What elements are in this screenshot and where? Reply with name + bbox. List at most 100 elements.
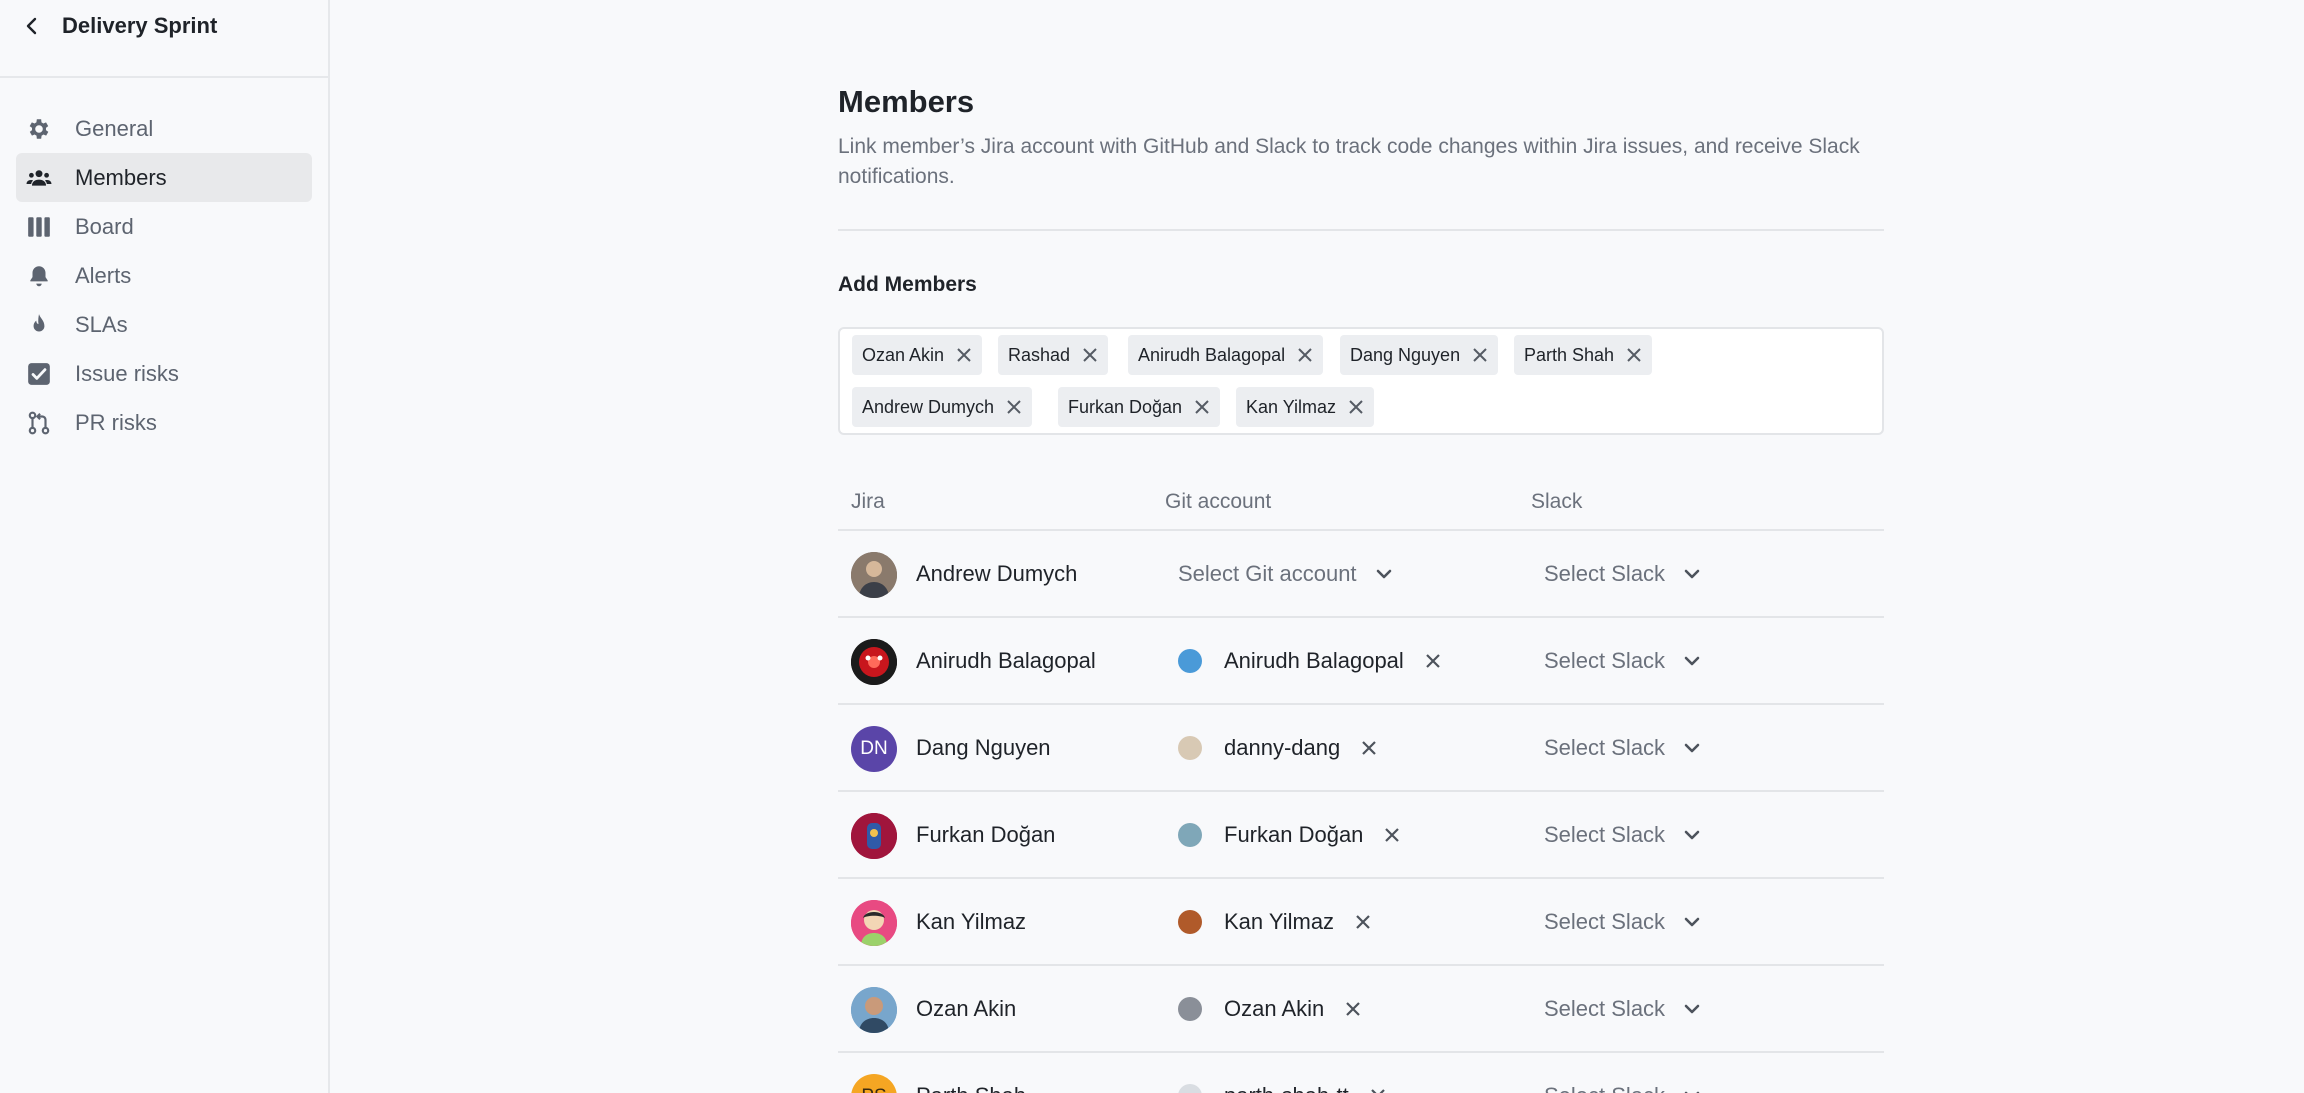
member-chip: Kan Yilmaz bbox=[1236, 387, 1375, 427]
member-name: Furkan Doğan bbox=[916, 822, 1056, 847]
git-account-name: Furkan Doğan bbox=[1224, 822, 1364, 847]
chip-label: Dang Nguyen bbox=[1350, 344, 1461, 365]
settings-nav: General Members Board Alerts SLAs Issue … bbox=[0, 78, 328, 447]
avatar bbox=[851, 813, 897, 859]
close-icon[interactable] bbox=[1348, 399, 1364, 415]
chip-label: Parth Shah bbox=[1524, 344, 1615, 365]
sidebar-header: Delivery Sprint bbox=[0, 0, 328, 78]
member-chip: Parth Shah bbox=[1514, 335, 1653, 375]
member-chip: Furkan Doğan bbox=[1058, 387, 1221, 427]
sidebar: Delivery Sprint General Members Board Al… bbox=[0, 0, 330, 1093]
column-header-slack: Slack bbox=[1531, 490, 1583, 513]
bell-icon bbox=[26, 263, 52, 289]
nav-label-issue-risks: Issue risks bbox=[75, 360, 179, 386]
column-header-jira: Jira bbox=[851, 490, 885, 513]
flame-icon bbox=[26, 312, 52, 338]
avatar bbox=[851, 987, 897, 1033]
git-avatar bbox=[1178, 823, 1202, 847]
git-avatar bbox=[1178, 1084, 1202, 1093]
table-row: Andrew Dumych Select Git account Select … bbox=[838, 531, 1884, 618]
avatar: DN bbox=[851, 726, 897, 772]
chevron-down-icon bbox=[1683, 652, 1701, 670]
table-row: Kan Yilmaz Kan Yilmaz Select Slack bbox=[838, 879, 1884, 966]
avatar bbox=[851, 639, 897, 685]
avatar-initials: DN bbox=[860, 738, 888, 759]
member-name: Anirudh Balagopal bbox=[916, 648, 1096, 673]
checkbox-icon bbox=[26, 361, 52, 387]
close-icon[interactable] bbox=[1344, 1000, 1362, 1018]
nav-label-members: Members bbox=[75, 164, 167, 190]
close-icon[interactable] bbox=[1297, 347, 1313, 363]
project-title: Delivery Sprint bbox=[62, 13, 218, 38]
add-members-title: Add Members bbox=[838, 273, 977, 296]
slack-select[interactable]: Select Slack bbox=[1544, 909, 1701, 935]
chevron-down-icon bbox=[1683, 739, 1701, 757]
slack-select-label: Select Slack bbox=[1544, 648, 1666, 673]
close-icon[interactable] bbox=[1354, 913, 1372, 931]
member-name: Ozan Akin bbox=[916, 996, 1017, 1021]
add-members-input[interactable]: Ozan Akin Rashad Anirudh Balagopal Dang … bbox=[838, 327, 1884, 435]
member-chip: Ozan Akin bbox=[852, 335, 983, 375]
nav-label-alerts: Alerts bbox=[75, 262, 132, 288]
close-icon[interactable] bbox=[1194, 399, 1210, 415]
close-icon[interactable] bbox=[1082, 347, 1098, 363]
member-chip: Dang Nguyen bbox=[1340, 335, 1499, 375]
page-description: Link member’s Jira account with GitHub a… bbox=[838, 135, 1860, 188]
nav-item-slas[interactable]: SLAs bbox=[16, 300, 312, 349]
git-account-name: Kan Yilmaz bbox=[1224, 909, 1335, 934]
avatar-initials: PS bbox=[861, 1086, 886, 1093]
nav-item-board[interactable]: Board bbox=[16, 202, 312, 251]
git-account-linked: Furkan Doğan bbox=[1178, 822, 1401, 848]
slack-select[interactable]: Select Slack bbox=[1544, 561, 1701, 587]
git-account-linked: danny-dang bbox=[1178, 735, 1378, 761]
git-account-linked: parth-shah-tt bbox=[1178, 1083, 1387, 1093]
nav-item-pr-risks[interactable]: PR risks bbox=[16, 398, 312, 447]
slack-select-label: Select Slack bbox=[1544, 822, 1666, 847]
nav-item-issue-risks[interactable]: Issue risks bbox=[16, 349, 312, 398]
chevron-down-icon bbox=[1683, 565, 1701, 583]
close-icon[interactable] bbox=[1360, 739, 1378, 757]
divider bbox=[838, 229, 1884, 231]
git-avatar bbox=[1178, 649, 1202, 673]
chevron-left-icon[interactable] bbox=[22, 16, 42, 36]
close-icon[interactable] bbox=[1626, 347, 1642, 363]
slack-select[interactable]: Select Slack bbox=[1544, 1083, 1701, 1093]
nav-item-alerts[interactable]: Alerts bbox=[16, 251, 312, 300]
avatar bbox=[851, 900, 897, 946]
users-icon bbox=[26, 165, 52, 191]
chip-label: Ozan Akin bbox=[862, 344, 945, 365]
nav-item-members[interactable]: Members bbox=[16, 153, 312, 202]
table-row: PS Parth Shah parth-shah-tt Select Slack bbox=[838, 1053, 1884, 1093]
git-account-linked: Kan Yilmaz bbox=[1178, 909, 1372, 935]
close-icon[interactable] bbox=[1369, 1087, 1387, 1093]
git-pull-request-icon bbox=[26, 410, 52, 436]
git-account-linked: Ozan Akin bbox=[1178, 996, 1362, 1022]
slack-select[interactable]: Select Slack bbox=[1544, 735, 1701, 761]
table-row: Ozan Akin Ozan Akin Select Slack bbox=[838, 966, 1884, 1053]
git-account-name: Anirudh Balagopal bbox=[1224, 648, 1404, 673]
slack-select[interactable]: Select Slack bbox=[1544, 648, 1701, 674]
chip-label: Andrew Dumych bbox=[862, 396, 995, 417]
slack-select-label: Select Slack bbox=[1544, 735, 1666, 760]
git-select-placeholder: Select Git account bbox=[1178, 561, 1357, 586]
nav-label-slas: SLAs bbox=[75, 311, 128, 337]
member-name: Andrew Dumych bbox=[916, 561, 1078, 586]
slack-select-label: Select Slack bbox=[1544, 1083, 1665, 1093]
chevron-down-icon bbox=[1375, 565, 1393, 583]
slack-select[interactable]: Select Slack bbox=[1544, 996, 1701, 1022]
page-title: Members bbox=[838, 84, 975, 119]
git-account-select[interactable]: Select Git account bbox=[1178, 561, 1393, 587]
close-icon[interactable] bbox=[1006, 399, 1022, 415]
slack-select[interactable]: Select Slack bbox=[1544, 822, 1701, 848]
chevron-down-icon bbox=[1683, 913, 1701, 931]
close-icon[interactable] bbox=[1424, 652, 1442, 670]
chevron-down-icon bbox=[1683, 1087, 1701, 1093]
board-icon bbox=[26, 214, 52, 240]
git-account-name: parth-shah-tt bbox=[1224, 1083, 1349, 1093]
nav-item-general[interactable]: General bbox=[16, 104, 312, 153]
avatar: PS bbox=[851, 1074, 897, 1093]
close-icon[interactable] bbox=[956, 347, 972, 363]
close-icon[interactable] bbox=[1472, 347, 1488, 363]
slack-select-label: Select Slack bbox=[1544, 561, 1666, 586]
close-icon[interactable] bbox=[1383, 826, 1401, 844]
